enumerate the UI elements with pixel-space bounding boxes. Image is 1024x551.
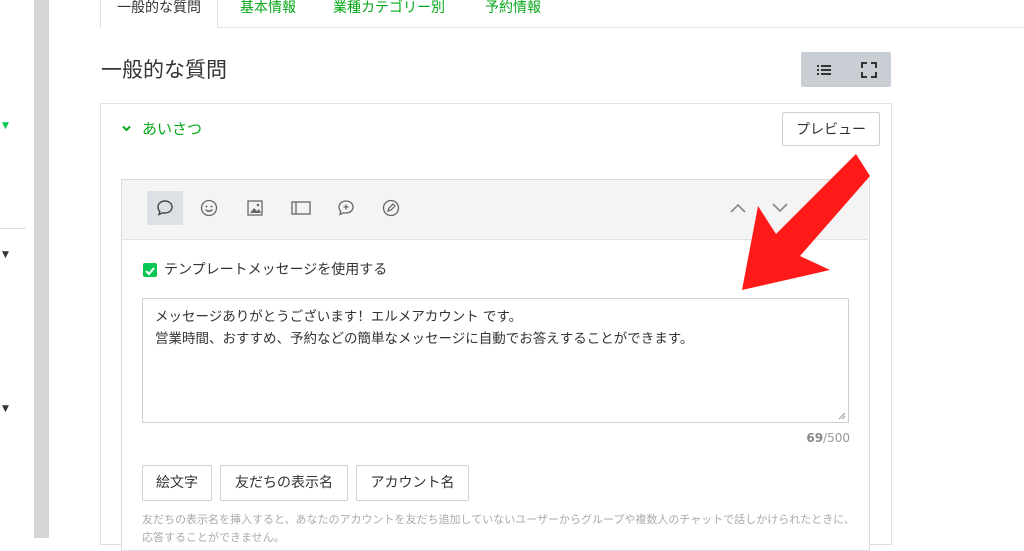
help-text: 友だちの表示名を挿入すると、あなたのアカウントを友だち追加していないユーザーから… — [142, 513, 855, 544]
tab-bar: 一般的な質問 基本情報 業種カテゴリー別 予約情報 — [100, 0, 1024, 28]
smile-icon — [200, 199, 218, 217]
card-tab[interactable] — [283, 191, 319, 225]
chevron-down-icon[interactable]: ▼ — [2, 121, 9, 131]
chevron-down-icon[interactable]: ▼ — [2, 404, 9, 414]
template-checkbox-label[interactable]: テンプレートメッセージを使用する — [164, 260, 387, 280]
accordion-title[interactable]: あいさつ — [142, 119, 202, 139]
image-icon — [247, 200, 263, 216]
card-icon — [291, 201, 311, 215]
resize-handle-icon[interactable] — [838, 412, 846, 420]
sidebar-divider — [0, 228, 26, 229]
chat-plus-icon — [338, 200, 354, 216]
message-line: 営業時間、おすすめ、予約などの簡単なメッセージに自動でお答えすることができます。 — [155, 331, 694, 347]
edit-icon — [382, 199, 400, 217]
sidebar-scrollbar — [34, 0, 49, 538]
list-view-button[interactable] — [801, 52, 846, 87]
red-arrow-annotation — [742, 154, 870, 290]
list-icon — [816, 64, 831, 75]
chat-action-tab[interactable] — [328, 191, 364, 225]
message-textarea[interactable]: メッセージありがとうございます！エルメアカウント です。 営業時間、おすすめ、予… — [142, 298, 849, 423]
insert-emoji-button[interactable]: 絵文字 — [142, 465, 212, 501]
insert-friend-name-button[interactable]: 友だちの表示名 — [220, 465, 348, 501]
message-line: メッセージありがとうございます！エルメアカウント です。 — [155, 309, 523, 325]
template-checkbox[interactable] — [143, 263, 157, 277]
tab-reservation-info[interactable]: 予約情報 — [485, 0, 541, 26]
char-count-current: 69 — [806, 431, 824, 445]
edit-tab[interactable] — [373, 191, 409, 225]
view-toggle — [801, 52, 891, 87]
image-tab[interactable] — [237, 191, 273, 225]
chevron-down-icon[interactable] — [121, 123, 132, 134]
speech-bubble-icon — [157, 200, 173, 216]
left-sidebar: ▼ ▼ ▼ — [0, 0, 34, 538]
tab-basic-info[interactable]: 基本情報 — [240, 0, 296, 26]
tab-general-questions[interactable]: 一般的な質問 — [100, 0, 218, 28]
fullscreen-button[interactable] — [846, 52, 891, 87]
chevron-down-icon[interactable]: ▼ — [2, 250, 9, 260]
sticker-tab[interactable] — [191, 191, 227, 225]
char-counter: 69/500 — [790, 430, 850, 446]
text-message-tab[interactable] — [147, 191, 183, 225]
tab-industry-category[interactable]: 業種カテゴリー別 — [333, 0, 445, 26]
checkmark-icon — [145, 267, 155, 276]
page-title: 一般的な質問 — [101, 58, 227, 82]
fullscreen-icon — [860, 61, 877, 78]
insert-account-name-button[interactable]: アカウント名 — [356, 465, 469, 501]
char-count-max: /500 — [823, 431, 850, 445]
